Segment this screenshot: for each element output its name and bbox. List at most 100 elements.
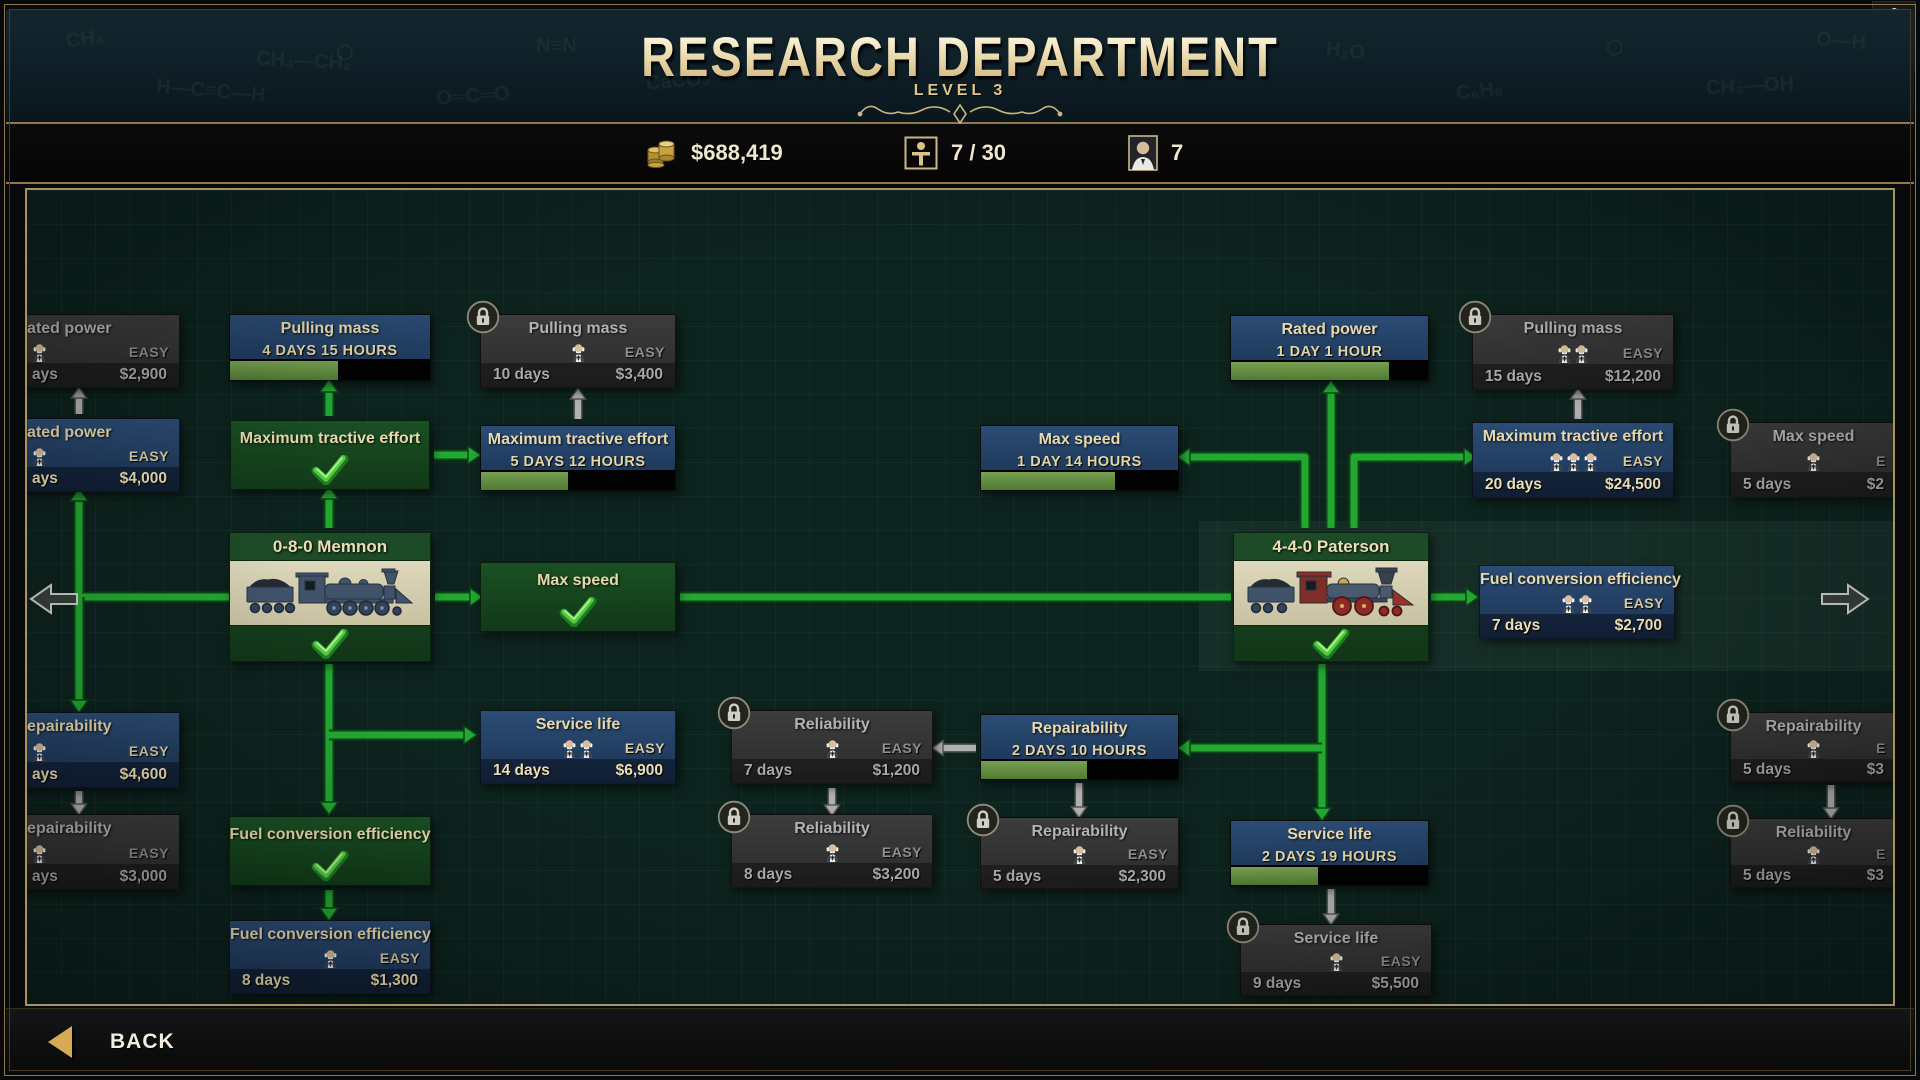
duration-value: 5 days [1743, 476, 1791, 494]
duration-value: 5 days [993, 868, 1041, 886]
back-button[interactable]: BACK [48, 1009, 175, 1075]
research-node-pulling-mass[interactable]: Pulling mass4 DAYS 15 HOURS [229, 314, 431, 381]
scientist-icon [1583, 451, 1598, 471]
time-remaining: 1 DAY 1 HOUR [1231, 344, 1428, 360]
research-node-pulling-mass[interactable]: Pulling massEASY10 days$3,400 [480, 314, 676, 388]
research-title: Max speed [1731, 423, 1895, 450]
cost-value: $2,300 [1119, 868, 1166, 886]
research-node-maximum-tractive-effort[interactable]: Maximum tractive effort [230, 420, 430, 490]
chalk-formula: CH₃—OH [1705, 73, 1794, 101]
assigned-scientists [571, 342, 586, 362]
difficulty-badge: E [1876, 453, 1886, 469]
lock-badge [1226, 910, 1260, 949]
staff-value: 7 / 30 [951, 140, 1006, 166]
difficulty-badge: EASY [1381, 953, 1421, 969]
research-title: Pulling mass [1473, 315, 1673, 342]
research-title: Maximum tractive effort [481, 426, 675, 453]
research-node-maximum-tractive-effort[interactable]: Maximum tractive effort5 DAYS 12 HOURS [480, 425, 676, 491]
scientist-icon [1574, 343, 1589, 363]
research-node-rated-power[interactable]: Rated powerEASYays$2,900 [25, 314, 180, 388]
cost-value: $5,500 [1372, 975, 1419, 993]
lock-icon [717, 800, 751, 834]
lock-badge [1716, 804, 1750, 843]
chalk-formula: O—H [1815, 28, 1866, 54]
research-title: Repairability [25, 815, 179, 842]
research-node-service-life[interactable]: Service lifeEASY14 days$6,900 [480, 710, 676, 784]
progress-fill [1231, 867, 1318, 885]
research-node-fuel-conversion-efficiency[interactable]: Fuel conversion efficiencyEASY8 days$1,3… [229, 920, 431, 994]
scientist-icon [1072, 844, 1087, 864]
time-remaining: 2 DAYS 19 HOURS [1231, 849, 1428, 865]
scientist-icon [1806, 844, 1821, 864]
research-node-pulling-mass[interactable]: Pulling massEASY15 days$12,200 [1472, 314, 1674, 390]
research-title: Reliability [1731, 819, 1895, 843]
assigned-scientists [32, 741, 47, 761]
research-node-maximum-tractive-effort[interactable]: Maximum tractive effortEASY20 days$24,50… [1472, 422, 1674, 498]
research-node-repairability[interactable]: RepairabilityEASY5 days$2,300 [980, 817, 1179, 889]
lock-icon [1716, 698, 1750, 732]
lock-badge [1458, 300, 1492, 339]
checkmark-icon [311, 851, 349, 881]
research-node-repairability[interactable]: RepairabilityEASYays$3,000 [25, 814, 180, 890]
scroll-right-button[interactable] [1820, 581, 1870, 617]
difficulty-badge: EASY [1128, 846, 1168, 862]
research-node-service-life[interactable]: Service life2 DAYS 19 HOURS [1230, 820, 1429, 886]
research-node-rated-power[interactable]: Rated power1 DAY 1 HOUR [1230, 315, 1429, 381]
research-title: Fuel conversion efficiency [1480, 566, 1674, 592]
cost-value: $2 [1867, 476, 1884, 494]
research-node-rated-power[interactable]: Rated powerEASYays$4,000 [25, 418, 180, 492]
duration-value: 8 days [242, 972, 290, 990]
assigned-scientists [1329, 951, 1344, 971]
difficulty-badge: EASY [625, 344, 665, 360]
progress-bar [1231, 360, 1428, 380]
research-node-service-life[interactable]: Service lifeEASY9 days$5,500 [1240, 924, 1432, 996]
scientist-icon [1549, 451, 1564, 471]
cost-value: $6,900 [616, 762, 663, 780]
research-title: Rated power [25, 419, 179, 445]
research-title: Fuel conversion efficiency [230, 921, 430, 947]
scroll-left-button[interactable] [29, 581, 79, 617]
research-node-max-speed[interactable]: Max speed [480, 562, 676, 632]
lock-icon [1716, 804, 1750, 838]
progress-bar [230, 359, 430, 380]
scientist-icon [1561, 593, 1576, 613]
research-node-max-speed[interactable]: Max speed E 5 days $2 [1730, 422, 1895, 498]
cost-value: $3,000 [120, 868, 167, 886]
research-node-max-speed[interactable]: Max speed1 DAY 14 HOURS [980, 425, 1179, 491]
research-node-4-4-0-paterson[interactable]: 4-4-0 Paterson [1233, 532, 1429, 662]
research-node-reliability[interactable]: ReliabilityEASY7 days$1,200 [731, 710, 933, 784]
research-title: Rated power [25, 315, 179, 341]
research-node-repairability[interactable]: Repairability2 DAYS 10 HOURS [980, 714, 1179, 780]
difficulty-badge: EASY [1623, 345, 1663, 361]
checkmark-icon [311, 455, 349, 485]
resource-bar: $688,419 7 / 30 7 [6, 124, 1914, 184]
researched-check-zone [230, 626, 430, 661]
locomotive-name: 4-4-0 Paterson [1234, 533, 1428, 560]
scientist-portrait-icon [1128, 135, 1158, 171]
research-title: Service life [1241, 925, 1431, 950]
scientist-icon [825, 738, 840, 758]
research-node-reliability[interactable]: ReliabilityE5 days$3 [1730, 818, 1895, 888]
research-node-reliability[interactable]: ReliabilityEASY8 days$3,200 [731, 814, 933, 888]
duration-value: 7 days [1492, 617, 1540, 635]
assigned-scientists [1806, 844, 1821, 864]
money-value: $688,419 [691, 140, 783, 166]
scientist-icon [1557, 343, 1572, 363]
research-node-repairability[interactable]: RepairabilityEASYays$4,600 [25, 712, 180, 788]
duration-value: ays [32, 868, 58, 886]
research-node-repairability[interactable]: RepairabilityE5 days$3 [1730, 712, 1895, 782]
locomotive-image [241, 566, 419, 620]
duration-value: 15 days [1485, 368, 1542, 386]
scientist-icon [825, 842, 840, 862]
research-title: Maximum tractive effort [240, 425, 421, 452]
research-node-0-8-0-memnon[interactable]: 0-8-0 Memnon [229, 532, 431, 662]
research-node-fuel-conversion-efficiency[interactable]: Fuel conversion efficiencyEASY7 days$2,7… [1479, 565, 1675, 639]
scientist-icon [323, 948, 338, 968]
progress-fill [981, 472, 1115, 490]
lock-icon [1226, 910, 1260, 944]
research-node-fuel-conversion-efficiency[interactable]: Fuel conversion efficiency [229, 816, 431, 886]
scientist-icon [1329, 951, 1344, 971]
duration-value: 5 days [1743, 761, 1791, 779]
difficulty-badge: EASY [129, 448, 169, 464]
difficulty-badge: EASY [1623, 453, 1663, 469]
